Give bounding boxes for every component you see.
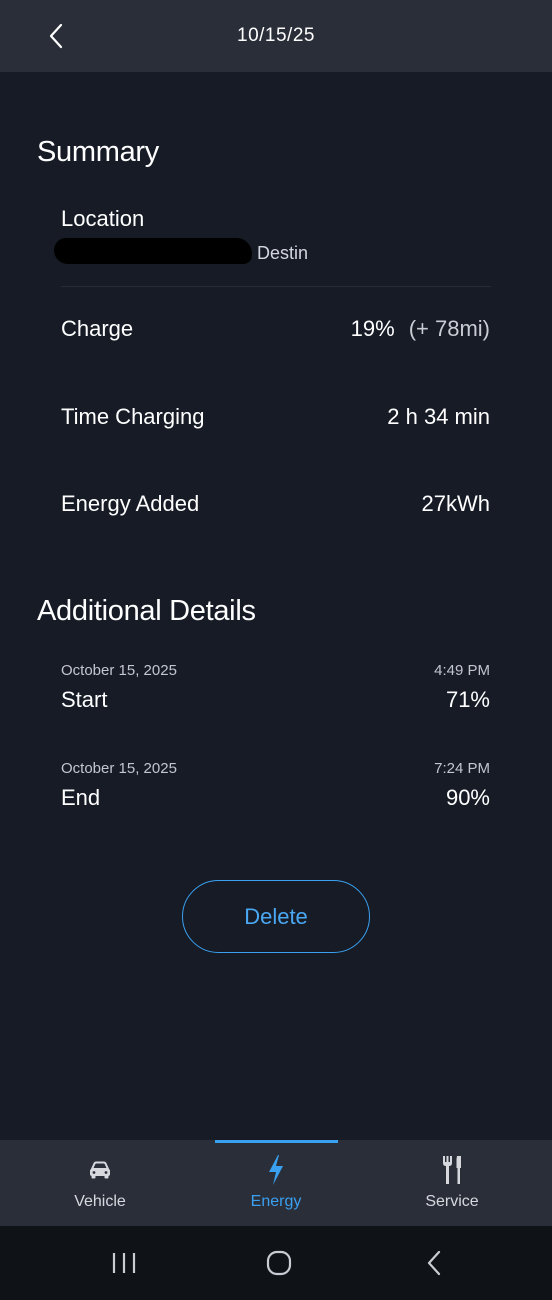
start-time: 4:49 PM <box>434 662 490 679</box>
start-detail: October 15, 2025 4:49 PM Start 71% <box>61 662 490 713</box>
start-value: 71% <box>445 687 490 712</box>
charge-label: Charge <box>61 316 134 341</box>
tab-energy-label: Energy <box>250 1193 302 1210</box>
end-time: 7:24 PM <box>434 760 490 777</box>
recents-icon <box>112 1253 136 1273</box>
additional-details-heading: Additional Details <box>37 595 256 627</box>
car-icon <box>90 1161 110 1179</box>
home-button[interactable] <box>259 1246 299 1280</box>
start-label: Start <box>61 687 108 712</box>
redacted-address <box>54 238 252 264</box>
tab-service[interactable]: Service <box>360 1140 544 1226</box>
energy-added-label: Energy Added <box>61 491 200 516</box>
system-back-button[interactable] <box>414 1246 454 1280</box>
chevron-left-icon <box>49 23 63 49</box>
location-label: Location <box>61 206 145 231</box>
tools-icon <box>443 1156 461 1184</box>
back-button[interactable] <box>38 18 74 54</box>
energy-added-row: Energy Added 27kWh <box>61 491 490 517</box>
bottom-tab-bar: Vehicle Energy Service <box>0 1140 552 1226</box>
charge-range: (+ 78mi) <box>408 316 490 341</box>
divider <box>61 286 491 287</box>
end-value: 90% <box>445 785 490 810</box>
end-detail: October 15, 2025 7:24 PM End 90% <box>61 760 490 811</box>
delete-button[interactable]: Delete <box>182 880 370 953</box>
charge-row: Charge 19% (+ 78mi) <box>61 316 490 342</box>
chevron-left-icon <box>427 1250 441 1276</box>
tab-vehicle[interactable]: Vehicle <box>8 1140 192 1226</box>
system-navigation-bar <box>0 1226 552 1300</box>
recents-button[interactable] <box>104 1246 144 1280</box>
page-title: 10/15/25 <box>237 25 315 46</box>
end-label: End <box>61 785 101 810</box>
energy-added-value: 27kWh <box>421 491 490 516</box>
time-charging-label: Time Charging <box>61 404 205 429</box>
top-app-bar: 10/15/25 <box>0 0 552 72</box>
summary-heading: Summary <box>37 136 159 168</box>
tab-service-label: Service <box>425 1193 479 1210</box>
charge-percent: 19% <box>350 316 395 341</box>
location-value: Destin <box>257 243 309 263</box>
tab-vehicle-label: Vehicle <box>74 1193 126 1210</box>
end-date: October 15, 2025 <box>61 760 177 777</box>
tab-energy[interactable]: Energy <box>184 1140 368 1226</box>
time-charging-row: Time Charging 2 h 34 min <box>61 404 490 430</box>
home-icon <box>266 1250 292 1276</box>
start-date: October 15, 2025 <box>61 662 177 679</box>
time-charging-value: 2 h 34 min <box>387 404 490 429</box>
lightning-icon <box>269 1155 283 1185</box>
